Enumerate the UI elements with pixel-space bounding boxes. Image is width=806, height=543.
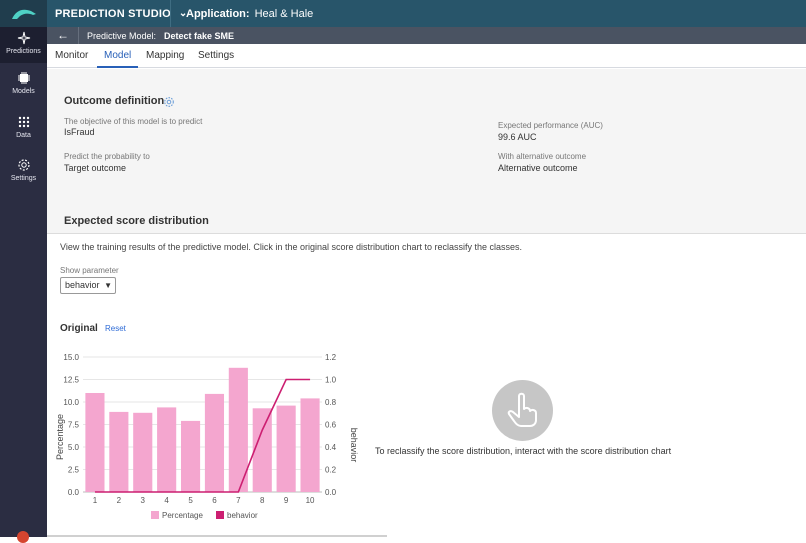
probability-label: Predict the probability to — [64, 152, 150, 161]
bar[interactable] — [133, 412, 153, 492]
studio-switcher[interactable]: PREDICTION STUDIO ⌄ — [55, 0, 187, 27]
outcome-title: Outcome definition — [64, 95, 165, 107]
x-tick-label: 8 — [260, 496, 265, 505]
tab-settings[interactable]: Settings — [198, 44, 234, 68]
chip-icon — [17, 72, 30, 84]
back-arrow-icon[interactable]: ← — [57, 28, 69, 42]
bar[interactable] — [85, 393, 105, 492]
sidebar-item-models[interactable]: Models — [0, 71, 47, 103]
alternative-value: Alternative outcome — [498, 163, 578, 173]
y-tick-label: 10.0 — [63, 398, 79, 407]
y-axis-label: Percentage — [55, 414, 65, 460]
sidebar-item-label: Settings — [10, 175, 37, 182]
studio-label: PREDICTION STUDIO — [55, 7, 171, 20]
distribution-title: Expected score distribution — [64, 215, 209, 227]
sidebar-item-label: Models — [12, 88, 35, 95]
bar[interactable] — [180, 420, 201, 492]
tab-bar: Monitor Model Mapping Settings — [47, 44, 806, 68]
bar[interactable] — [204, 393, 225, 492]
y2-tick-label: 0.2 — [325, 466, 337, 475]
alternative-label: With alternative outcome — [498, 152, 587, 161]
chevron-down-icon: ▼ — [104, 281, 112, 290]
tab-model[interactable]: Model — [97, 44, 139, 68]
top-bar: PREDICTION STUDIO ⌄ Application: Heal & … — [0, 0, 806, 27]
notification-dot[interactable] — [17, 531, 29, 543]
app-label: Application: — [186, 7, 250, 20]
legend-label: Percentage — [162, 511, 203, 520]
y-tick-label: 5.0 — [68, 443, 80, 452]
y2-tick-label: 0.4 — [325, 443, 337, 452]
tab-mapping[interactable]: Mapping — [146, 44, 184, 68]
performance-value: 99.6 AUC — [498, 132, 537, 142]
model-header: ← Predictive Model: Detect fake SME — [47, 27, 806, 44]
y-tick-label: 0.0 — [68, 488, 80, 497]
logo-icon — [11, 9, 36, 19]
bar[interactable] — [109, 411, 129, 492]
distribution-description: View the training results of the predict… — [60, 242, 523, 252]
tab-monitor[interactable]: Monitor — [55, 44, 88, 68]
x-tick-label: 7 — [236, 496, 241, 505]
reset-link[interactable]: Reset — [105, 324, 126, 333]
settings-gear-icon[interactable] — [163, 96, 175, 108]
x-tick-label: 5 — [188, 496, 193, 505]
legend-label: behavior — [227, 511, 258, 520]
y2-tick-label: 1.0 — [325, 376, 337, 385]
sidebar-item-data[interactable]: Data — [0, 115, 47, 147]
y2-tick-label: 0.8 — [325, 398, 337, 407]
x-tick-label: 1 — [93, 496, 98, 505]
reclassify-hint: To reclassify the score distribution, in… — [375, 446, 672, 456]
objective-value: IsFraud — [64, 127, 95, 137]
sidebar-item-label: Data — [16, 132, 31, 139]
x-tick-label: 6 — [212, 496, 217, 505]
x-tick-label: 3 — [141, 496, 146, 505]
sidebar-item-label: Predictions — [6, 48, 41, 55]
divider — [170, 0, 171, 27]
score-distribution-chart[interactable]: 0.0 2.5 5.0 7.5 10.0 12.5 15.0 0.0 0.2 0.4 0.6 0.8… — [47, 345, 377, 525]
grid-dots-icon — [18, 116, 29, 128]
y-tick-label: 12.5 — [63, 376, 79, 385]
y-tick-label: 7.5 — [68, 421, 80, 430]
model-title: Predictive Model: Detect fake SME — [87, 27, 234, 44]
application-selector[interactable]: Application: Heal & Hale — [186, 0, 313, 27]
y2-tick-label: 0.6 — [325, 421, 337, 430]
y2-tick-label: 0.0 — [325, 488, 337, 497]
parameter-select[interactable]: behavior ▼ — [60, 277, 116, 294]
legend-swatch — [151, 511, 159, 519]
x-tick-label: 10 — [306, 496, 315, 505]
x-tick-label: 2 — [117, 496, 122, 505]
divider — [78, 27, 79, 44]
model-prefix: Predictive Model: — [87, 30, 157, 41]
original-label: Original — [60, 323, 98, 334]
show-parameter-label: Show parameter — [60, 266, 119, 275]
sparkle-icon — [17, 31, 30, 45]
y-tick-label: 2.5 — [68, 466, 80, 475]
probability-value: Target outcome — [64, 163, 127, 173]
sidebar-item-predictions[interactable]: Predictions — [0, 27, 47, 63]
parameter-select-value: behavior — [65, 280, 100, 290]
pega-logo[interactable] — [0, 0, 47, 27]
interaction-hint-graphic — [492, 380, 553, 441]
y2-axis-label: behavior — [349, 428, 359, 463]
outcome-section — [47, 69, 806, 233]
app-name: Heal & Hale — [254, 7, 314, 20]
x-tick-label: 9 — [284, 496, 289, 505]
bar[interactable] — [276, 405, 296, 492]
legend-swatch — [216, 511, 224, 519]
sidebar-item-settings[interactable]: Settings — [0, 158, 47, 190]
x-tick-label: 4 — [164, 496, 169, 505]
y2-tick-label: 1.2 — [325, 353, 337, 362]
hand-pointer-icon — [507, 392, 537, 427]
bar[interactable] — [157, 407, 177, 492]
bar[interactable] — [300, 398, 320, 492]
sidebar: Predictions Models Data Settings — [0, 27, 47, 537]
y-tick-label: 15.0 — [63, 353, 79, 362]
performance-label: Expected performance (AUC) — [498, 121, 603, 130]
objective-label: The objective of this model is to predic… — [64, 117, 203, 126]
gear-icon — [17, 159, 30, 171]
bar[interactable] — [252, 408, 272, 492]
model-name: Detect fake SME — [164, 30, 235, 41]
